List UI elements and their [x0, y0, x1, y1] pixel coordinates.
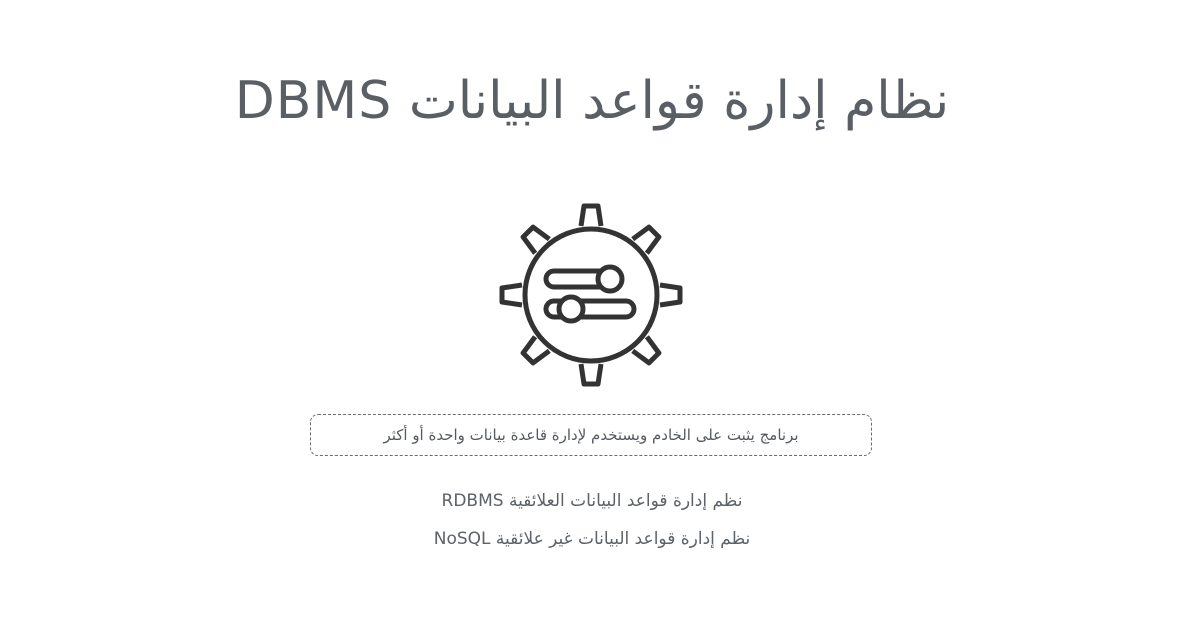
dbms-types-list: نظم إدارة قواعد البيانات العلائقية RDBMS…	[0, 482, 1184, 558]
list-item-rdbms: نظم إدارة قواعد البيانات العلائقية RDBMS	[441, 491, 743, 511]
gear-sliders-icon	[498, 202, 684, 388]
list-item-nosql: نظم إدارة قواعد البيانات غير علائقية NoS…	[433, 529, 751, 549]
definition-text: برنامج يثبت على الخادم ويستخدم لإدارة قا…	[383, 426, 799, 444]
page-title: نظام إدارة قواعد البيانات DBMS	[234, 70, 950, 131]
definition-box: برنامج يثبت على الخادم ويستخدم لإدارة قا…	[310, 414, 872, 456]
